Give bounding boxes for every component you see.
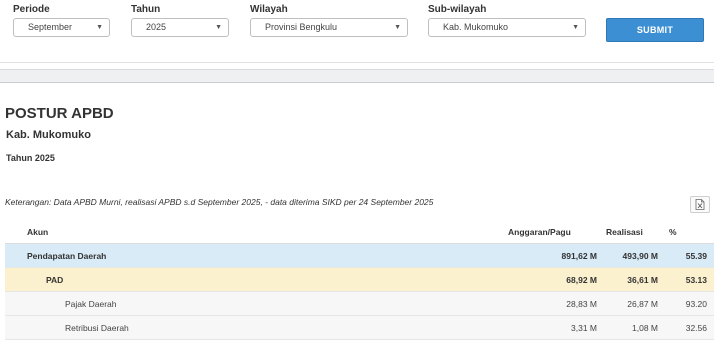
row-akun: Pendapatan Daerah: [27, 251, 107, 261]
row-anggaran: 28,83 M: [566, 299, 597, 309]
row-anggaran: 68,92 M: [566, 275, 597, 285]
excel-export-icon: [695, 199, 705, 210]
filter-periode: Periode September ▼: [13, 4, 110, 37]
header-akun: Akun: [27, 227, 49, 237]
tahun-value: 2025: [146, 22, 167, 32]
header-persen: %: [669, 227, 677, 237]
submit-button[interactable]: SUBMIT: [606, 18, 704, 42]
row-persen: 55.39: [685, 251, 707, 261]
row-akun: PAD: [46, 275, 64, 285]
filter-tahun: Tahun 2025 ▼: [131, 4, 229, 37]
row-akun: Pajak Daerah: [65, 299, 117, 309]
wilayah-select[interactable]: Provinsi Bengkulu ▼: [250, 18, 408, 37]
header-realisasi: Realisasi: [606, 227, 643, 237]
row-realisasi: 26,87 M: [627, 299, 658, 309]
data-note: Keterangan: Data APBD Murni, realisasi A…: [5, 197, 434, 207]
periode-value: September: [28, 22, 73, 32]
table-row[interactable]: Retribusi Daerah 3,31 M 1,08 M 32.56: [5, 316, 714, 340]
divider: [0, 62, 714, 63]
row-persen: 93.20: [685, 299, 707, 309]
row-realisasi: 493,90 M: [622, 251, 658, 261]
tahun-select[interactable]: 2025 ▼: [131, 18, 229, 37]
periode-select[interactable]: September ▼: [13, 18, 110, 37]
table-row[interactable]: PAD 68,92 M 36,61 M 53.13: [5, 268, 714, 292]
page-title: POSTUR APBD: [5, 105, 114, 122]
row-anggaran: 3,31 M: [571, 323, 597, 333]
subwilayah-label: Sub-wilayah: [428, 4, 487, 15]
region-title: Kab. Mukomuko: [6, 129, 91, 141]
chevron-down-icon: ▼: [394, 24, 401, 31]
row-realisasi: 1,08 M: [632, 323, 658, 333]
section-separator: [0, 69, 714, 83]
chevron-down-icon: ▼: [215, 24, 222, 31]
row-persen: 32.56: [685, 323, 707, 333]
subwilayah-select[interactable]: Kab. Mukomuko ▼: [428, 18, 586, 37]
filter-wilayah: Wilayah Provinsi Bengkulu ▼: [250, 4, 408, 37]
table-row[interactable]: Pendapatan Daerah 891,62 M 493,90 M 55.3…: [5, 244, 714, 268]
periode-label: Periode: [13, 4, 50, 15]
row-persen: 53.13: [685, 275, 707, 285]
year-label: Tahun 2025: [6, 153, 55, 163]
header-anggaran: Anggaran/Pagu: [508, 227, 571, 237]
table-header: Akun Anggaran/Pagu Realisasi %: [5, 220, 714, 244]
row-anggaran: 891,62 M: [561, 251, 597, 261]
subwilayah-value: Kab. Mukomuko: [443, 22, 509, 32]
filter-bar: Periode September ▼ Tahun 2025 ▼ Wilayah…: [0, 0, 714, 62]
export-excel-button[interactable]: [690, 196, 710, 213]
row-akun: Retribusi Daerah: [65, 323, 129, 333]
wilayah-value: Provinsi Bengkulu: [265, 22, 338, 32]
table-row[interactable]: Pajak Daerah 28,83 M 26,87 M 93.20: [5, 292, 714, 316]
tahun-label: Tahun: [131, 4, 161, 15]
chevron-down-icon: ▼: [572, 24, 579, 31]
row-realisasi: 36,61 M: [627, 275, 658, 285]
filter-subwilayah: Sub-wilayah Kab. Mukomuko ▼: [428, 4, 586, 37]
chevron-down-icon: ▼: [96, 24, 103, 31]
wilayah-label: Wilayah: [250, 4, 288, 15]
apbd-table: Akun Anggaran/Pagu Realisasi % Pendapata…: [5, 220, 714, 340]
